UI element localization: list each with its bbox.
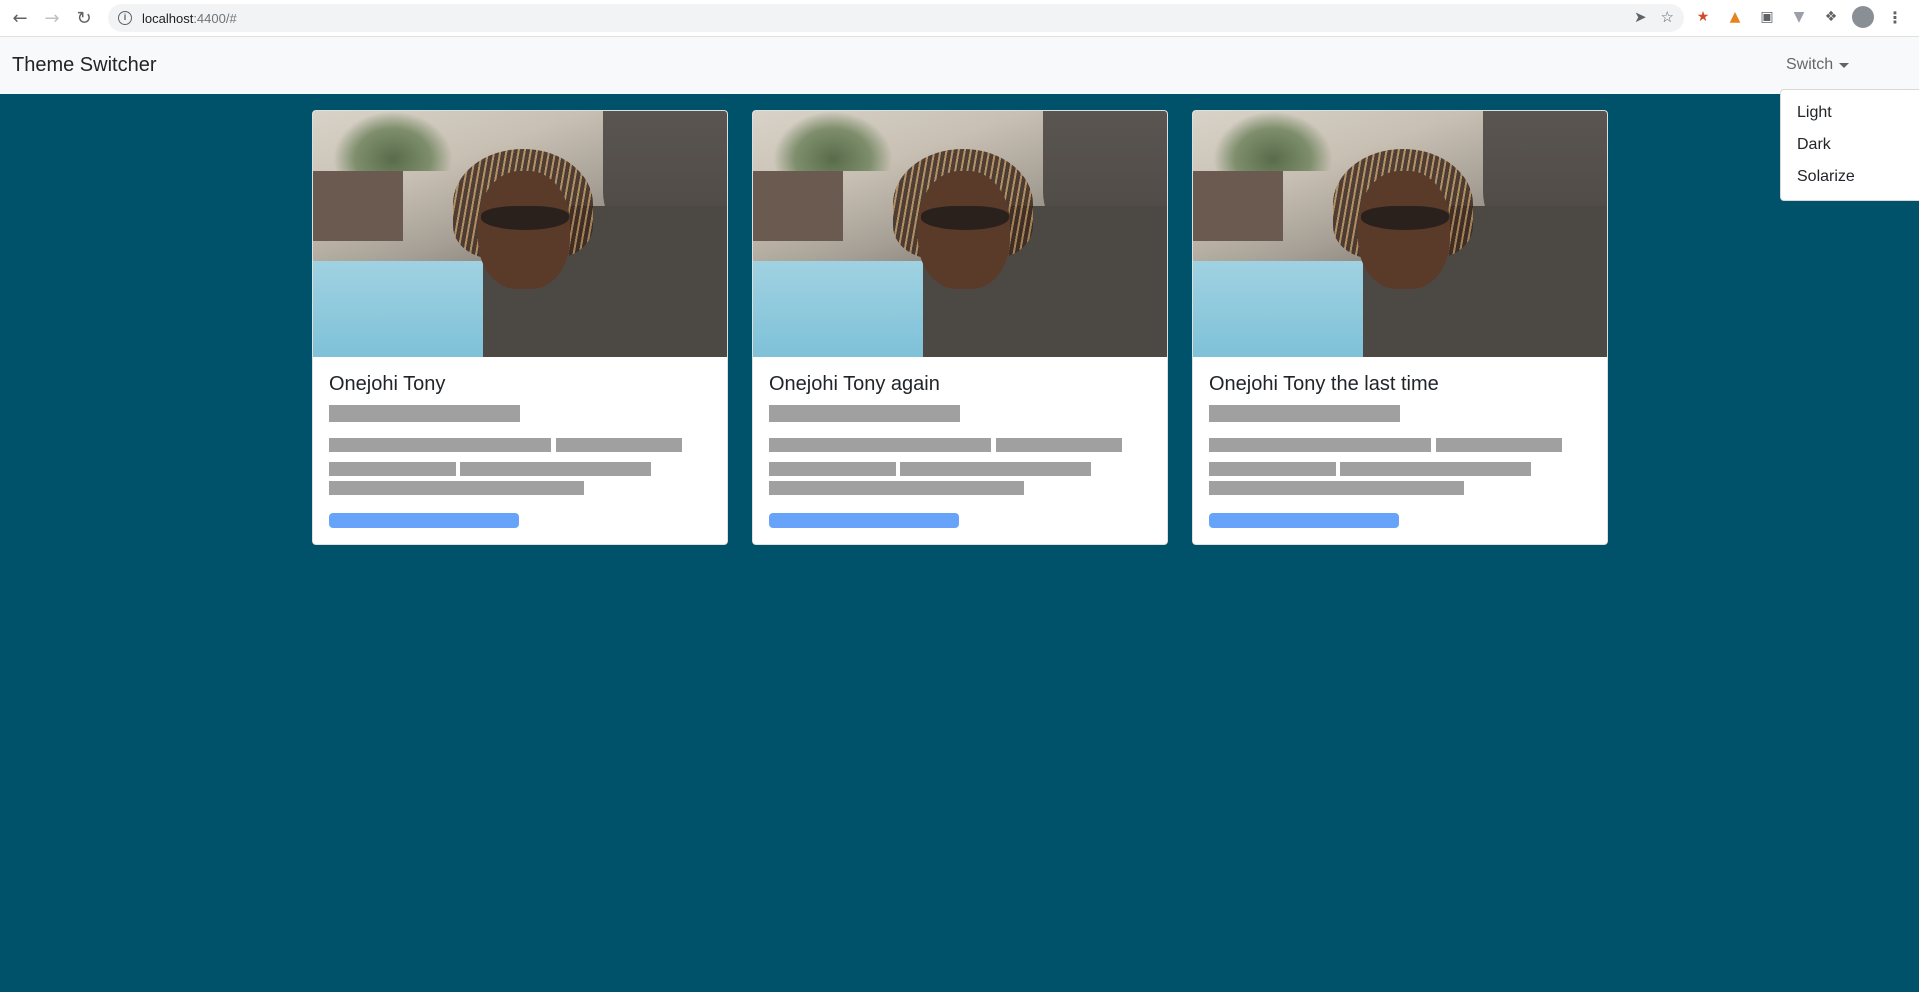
browser-menu-icon[interactable]: ⋮ (1884, 6, 1906, 28)
placeholder-text (900, 462, 1091, 476)
switch-dropdown-toggle[interactable]: Switch (1786, 56, 1850, 74)
placeholder-text (329, 462, 456, 476)
placeholder-text (769, 438, 991, 452)
bookmark-star-icon[interactable]: ☆ (1661, 8, 1674, 26)
picture-in-picture-icon[interactable]: ▣ (1756, 6, 1778, 28)
placeholder-text (1209, 481, 1464, 495)
placeholder-text (769, 462, 896, 476)
placeholder-button[interactable] (329, 513, 519, 528)
placeholder-button[interactable] (769, 513, 959, 528)
placeholder-text (1340, 462, 1531, 476)
vue-devtools-icon[interactable]: ▼ (1788, 6, 1810, 28)
card-title: Onejohi Tony (329, 373, 446, 395)
brand-title[interactable]: Theme Switcher (12, 54, 157, 77)
placeholder-text (996, 438, 1122, 452)
placeholder-subtitle (769, 405, 960, 422)
theme-dropdown-menu: Light Dark Solarize (1780, 89, 1919, 201)
forward-arrow-icon[interactable]: → (36, 2, 68, 34)
profile-card: Onejohi Tony the last time (1192, 110, 1608, 545)
placeholder-subtitle (1209, 405, 1400, 422)
site-info-icon[interactable]: i (118, 11, 132, 25)
url-path: :4400/# (193, 10, 237, 26)
placeholder-text (1209, 438, 1431, 452)
profile-avatar[interactable] (1852, 6, 1874, 28)
card-image (1193, 111, 1607, 357)
back-arrow-icon[interactable]: ← (4, 2, 36, 34)
switch-label: Switch (1786, 56, 1834, 73)
address-bar[interactable]: i localhost:4400/# ➤ ☆ (108, 4, 1684, 32)
placeholder-text (556, 438, 682, 452)
caret-down-icon (1839, 62, 1850, 68)
profile-card: Onejohi Tony (312, 110, 728, 545)
dropdown-item-dark[interactable]: Dark (1781, 132, 1919, 164)
card-image (313, 111, 727, 357)
metamask-fox-icon[interactable]: ▲ (1724, 6, 1746, 28)
placeholder-text (1436, 438, 1562, 452)
placeholder-subtitle (329, 405, 520, 422)
dropdown-item-solarize[interactable]: Solarize (1781, 164, 1919, 196)
placeholder-text (1209, 462, 1336, 476)
placeholder-text (769, 481, 1024, 495)
app-navbar: Theme Switcher Switch (0, 37, 1919, 94)
extension-toolbar: ★ ▲ ▣ ▼ ❖ ⋮ (1692, 6, 1906, 28)
card-image (753, 111, 1167, 357)
placeholder-text (460, 462, 651, 476)
profile-card: Onejohi Tony again (752, 110, 1168, 545)
card-title: Onejohi Tony again (769, 373, 940, 395)
placeholder-button[interactable] (1209, 513, 1399, 528)
placeholder-text (329, 438, 551, 452)
extensions-puzzle-icon[interactable]: ❖ (1820, 6, 1842, 28)
megaphone-extension-icon[interactable]: ★ (1692, 6, 1714, 28)
browser-toolbar: ← → ↻ i localhost:4400/# ➤ ☆ ★ ▲ ▣ ▼ ❖ ⋮ (0, 0, 1919, 37)
send-icon[interactable]: ➤ (1634, 8, 1647, 26)
card-title: Onejohi Tony the last time (1209, 373, 1439, 395)
reload-icon[interactable]: ↻ (68, 2, 100, 34)
placeholder-text (329, 481, 584, 495)
url-host: localhost (142, 10, 194, 26)
dropdown-item-light[interactable]: Light (1781, 100, 1919, 132)
